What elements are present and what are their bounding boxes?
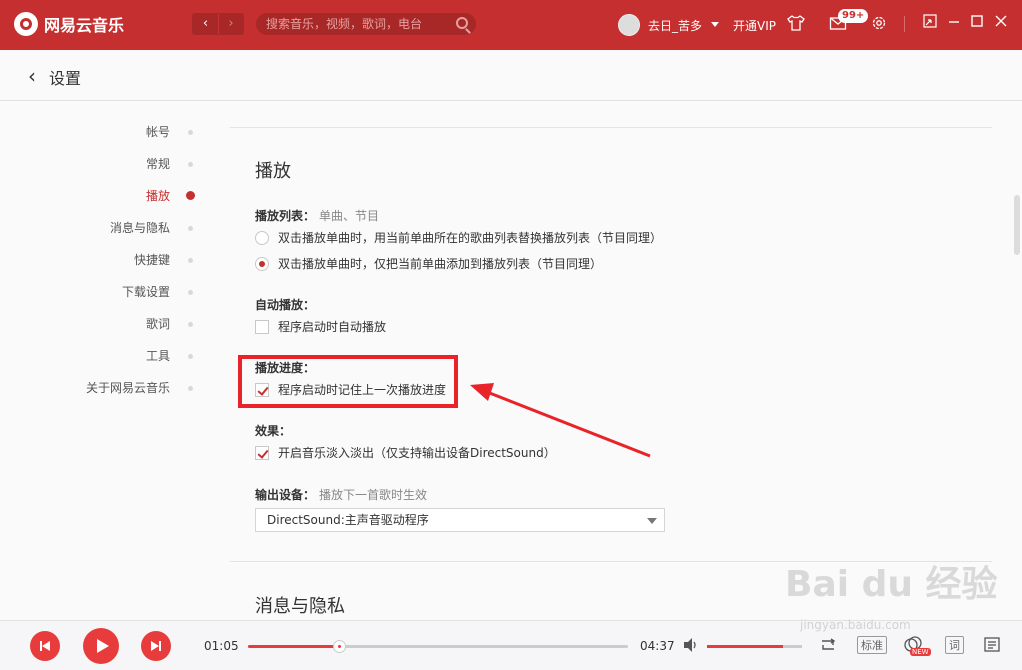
output-hint: 播放下一首歌时生效	[319, 488, 428, 502]
playlist-label-text: 播放列表：	[255, 209, 316, 223]
progress-fill	[248, 645, 340, 648]
annotation-arrow-icon	[470, 383, 651, 458]
sidebar-dot	[188, 322, 193, 327]
output-device-select[interactable]: DirectSound:主声音驱动程序	[255, 508, 665, 532]
scrollbar[interactable]	[1014, 195, 1020, 255]
minimize-icon[interactable]	[945, 14, 963, 32]
title-bar: 网易云音乐 ‹ › 搜索音乐，视频，歌词，电台 去日_苦多 开通VIP 99+	[0, 0, 1022, 50]
avatar[interactable]	[618, 14, 640, 36]
sidebar-item-tools[interactable]: 工具	[50, 347, 170, 364]
sidebar-item-lyrics[interactable]: 歌词	[50, 315, 170, 332]
section-title-privacy: 消息与隐私	[255, 596, 345, 617]
previous-icon	[40, 641, 50, 651]
search-placeholder: 搜索音乐，视频，歌词，电台	[266, 17, 423, 31]
watermark: Bai du 经验	[785, 564, 998, 605]
output-label-text: 输出设备：	[255, 488, 316, 502]
sidebar-dot-active	[186, 191, 195, 200]
chevron-down-icon[interactable]	[711, 22, 719, 27]
new-badge: NEW	[910, 648, 931, 656]
effect-label: 效果：	[255, 424, 292, 438]
search-icon[interactable]	[456, 17, 468, 29]
radio-replace[interactable]	[255, 230, 269, 245]
fade-checkbox[interactable]	[255, 445, 269, 460]
skin-shirt-icon[interactable]	[787, 14, 805, 32]
option-label: 双击播放单曲时，用当前单曲所在的歌曲列表替换播放列表（节目同理）	[278, 231, 663, 245]
back-arrow-icon[interactable]: ‹	[28, 64, 36, 88]
forward-nav-button[interactable]: ›	[217, 14, 243, 34]
section-title-playback: 播放	[255, 161, 291, 182]
sidebar-dot	[188, 130, 193, 135]
open-vip-link[interactable]: 开通VIP	[733, 17, 776, 34]
settings-header: ‹ 设置	[0, 50, 1022, 101]
title-separator	[904, 16, 905, 32]
page-title: 设置	[49, 69, 82, 88]
next-button[interactable]	[141, 631, 171, 661]
playlist-icon[interactable]	[983, 636, 1001, 657]
playlist-option-append[interactable]: 双击播放单曲时，仅把当前单曲添加到播放列表（节目同理）	[255, 255, 602, 272]
chevron-down-icon[interactable]	[647, 518, 657, 524]
nav-buttons: ‹ ›	[192, 13, 244, 35]
sidebar-dot	[188, 354, 193, 359]
sidebar-item-general[interactable]: 常规	[50, 155, 170, 172]
playlist-label: 播放列表： 单曲、节目	[255, 207, 379, 224]
sidebar-dot	[188, 226, 193, 231]
output-label: 输出设备： 播放下一首歌时生效	[255, 486, 427, 503]
watermark-url: jingyan.baidu.com	[800, 618, 911, 632]
highlight-box	[238, 355, 458, 408]
sidebar-dot	[188, 258, 193, 263]
back-nav-button[interactable]: ‹	[193, 14, 218, 34]
next-icon	[151, 641, 161, 651]
sidebar-dot	[188, 290, 193, 295]
section-divider	[230, 127, 992, 128]
playlist-option-replace[interactable]: 双击播放单曲时，用当前单曲所在的歌曲列表替换播放列表（节目同理）	[255, 229, 662, 246]
sidebar-item-privacy[interactable]: 消息与隐私	[50, 219, 170, 236]
autoplay-checkbox[interactable]	[255, 319, 269, 334]
play-button[interactable]	[83, 628, 119, 664]
close-icon[interactable]	[992, 14, 1010, 32]
quality-button[interactable]: 标准	[857, 636, 887, 654]
maximize-icon[interactable]	[968, 14, 986, 32]
username[interactable]: 去日_苦多	[648, 17, 702, 34]
sidebar-item-shortcuts[interactable]: 快捷键	[50, 251, 170, 268]
output-device-value: DirectSound:主声音驱动程序	[267, 513, 429, 527]
sidebar-dot	[188, 162, 193, 167]
app-logo[interactable]: 网易云音乐	[14, 12, 124, 36]
gear-icon[interactable]	[870, 14, 888, 32]
loop-mode-icon[interactable]	[818, 637, 838, 656]
volume-slider[interactable]	[707, 645, 802, 648]
progress-slider[interactable]	[248, 640, 628, 653]
sidebar-item-playback[interactable]: 播放	[50, 187, 170, 204]
option-label: 程序启动时自动播放	[278, 320, 387, 334]
play-icon	[97, 639, 109, 653]
sidebar-item-download[interactable]: 下载设置	[50, 283, 170, 300]
option-label: 双击播放单曲时，仅把当前单曲添加到播放列表（节目同理）	[278, 257, 603, 271]
volume-icon[interactable]	[682, 637, 700, 656]
search-input[interactable]: 搜索音乐，视频，歌词，电台	[256, 13, 476, 35]
app-name: 网易云音乐	[44, 16, 125, 35]
radio-append[interactable]	[255, 256, 269, 271]
current-time: 01:05	[204, 639, 239, 653]
mini-mode-icon[interactable]	[921, 14, 939, 32]
volume-fill	[707, 645, 783, 648]
progress-knob[interactable]	[333, 640, 347, 653]
message-badge: 99+	[838, 9, 869, 23]
sidebar-item-about[interactable]: 关于网易云音乐	[50, 379, 170, 396]
playlist-hint: 单曲、节目	[319, 209, 380, 223]
autoplay-option[interactable]: 程序启动时自动播放	[255, 318, 386, 335]
sidebar-item-account[interactable]: 帐号	[50, 123, 170, 140]
autoplay-label: 自动播放：	[255, 298, 316, 312]
lyrics-button[interactable]: 词	[945, 636, 964, 654]
netease-logo-icon	[14, 12, 38, 36]
total-time: 04:37	[640, 639, 675, 653]
sidebar-dot	[188, 386, 193, 391]
previous-button[interactable]	[30, 631, 60, 661]
